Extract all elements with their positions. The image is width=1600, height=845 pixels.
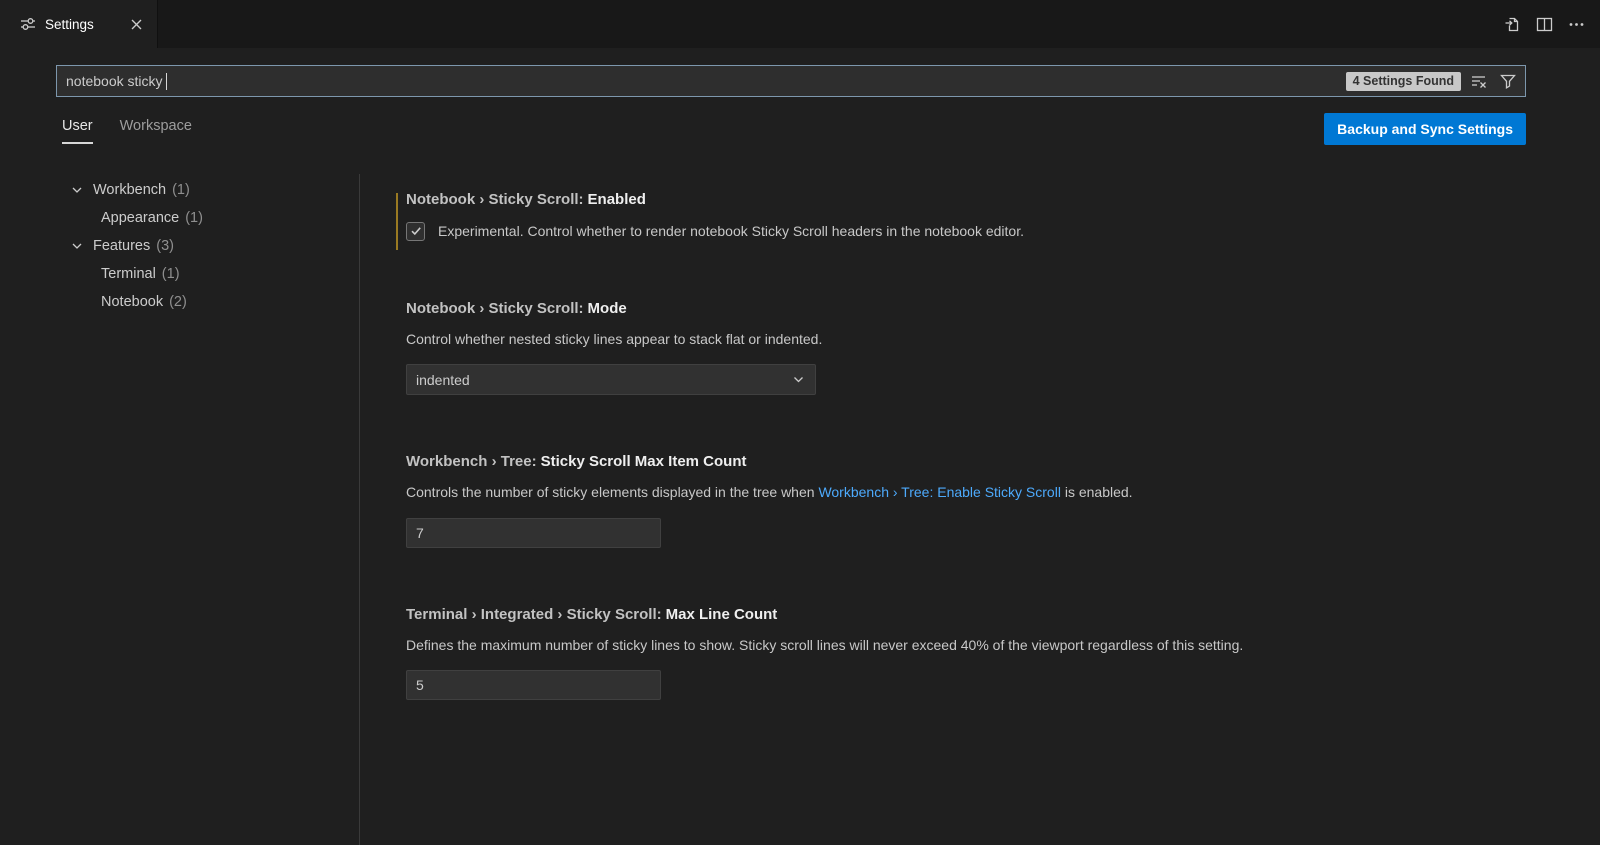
filter-icon[interactable] <box>1497 70 1519 92</box>
chevron-down-icon <box>70 183 86 197</box>
toc-item-features[interactable]: Features (3) <box>0 232 359 260</box>
setting-description: Defines the maximum number of sticky lin… <box>406 635 1576 655</box>
close-icon[interactable] <box>125 13 147 35</box>
setting-label: Mode <box>588 300 627 317</box>
setting-label: Max Line Count <box>666 606 778 623</box>
toc-item-label: Terminal <box>101 266 156 282</box>
setting-label: Enabled <box>588 191 646 208</box>
setting-category: Terminal › Integrated › Sticky Scroll: <box>406 606 662 623</box>
toc-item-count: (1) <box>185 210 203 226</box>
toc-item-label: Features <box>93 238 150 254</box>
settings-search-input[interactable]: notebook sticky 4 Settings Found <box>56 65 1526 97</box>
setting-title: Notebook › Sticky Scroll:Mode <box>406 299 1576 319</box>
backup-sync-settings-button[interactable]: Backup and Sync Settings <box>1324 113 1526 145</box>
settings-editor: notebook sticky 4 Settings Found <box>0 48 1600 845</box>
modified-indicator <box>396 193 398 250</box>
more-actions-icon[interactable] <box>1564 12 1588 36</box>
editor-actions <box>1500 0 1600 48</box>
text-caret <box>166 73 167 90</box>
setting-category: Notebook › Sticky Scroll: <box>406 191 584 208</box>
toc-item-count: (3) <box>156 238 174 254</box>
toc-item-count: (1) <box>172 182 190 198</box>
max-item-count-input[interactable] <box>406 518 661 548</box>
toc-item-count: (2) <box>169 294 187 310</box>
setting-label: Sticky Scroll Max Item Count <box>541 453 747 470</box>
settings-list: Notebook › Sticky Scroll:Enabled Experim… <box>360 174 1600 845</box>
mode-select[interactable]: indented <box>406 364 816 395</box>
tab-workspace[interactable]: Workspace <box>120 118 192 144</box>
setting-title: Workbench › Tree:Sticky Scroll Max Item … <box>406 452 1576 472</box>
setting-category: Workbench › Tree: <box>406 453 537 470</box>
description-text: is enabled. <box>1061 484 1133 500</box>
results-count-badge: 4 Settings Found <box>1346 72 1461 91</box>
search-value: notebook sticky <box>66 73 163 89</box>
toc-item-count: (1) <box>162 266 180 282</box>
toc-item-terminal[interactable]: Terminal (1) <box>0 260 359 288</box>
setting-title: Terminal › Integrated › Sticky Scroll:Ma… <box>406 605 1576 625</box>
tab-title: Settings <box>45 17 94 32</box>
check-icon <box>409 224 423 238</box>
search-row: notebook sticky 4 Settings Found <box>0 48 1600 97</box>
chevron-down-icon <box>791 372 806 387</box>
description-text: Controls the number of sticky elements d… <box>406 484 818 500</box>
settings-sliders-icon <box>20 16 36 32</box>
setting-title: Notebook › Sticky Scroll:Enabled <box>406 190 1576 210</box>
tab-user[interactable]: User <box>62 118 93 144</box>
enabled-checkbox[interactable] <box>406 222 425 241</box>
setting-category: Notebook › Sticky Scroll: <box>406 300 584 317</box>
setting-description: Experimental. Control whether to render … <box>438 221 1024 241</box>
chevron-down-icon <box>70 239 86 253</box>
toc-item-appearance[interactable]: Appearance (1) <box>0 204 359 232</box>
editor-tab-bar: Settings <box>0 0 1600 48</box>
toc-item-notebook[interactable]: Notebook (2) <box>0 288 359 316</box>
toc-item-label: Workbench <box>93 182 166 198</box>
scope-bar: User Workspace Backup and Sync Settings <box>0 97 1600 149</box>
setting-description: Controls the number of sticky elements d… <box>406 482 1576 502</box>
split-editor-icon[interactable] <box>1532 12 1556 36</box>
toc-item-label: Notebook <box>101 294 163 310</box>
go-to-file-icon[interactable] <box>1500 12 1524 36</box>
max-line-count-input[interactable] <box>406 670 661 700</box>
clear-search-icon[interactable] <box>1468 70 1490 92</box>
settings-body: Workbench (1) Appearance (1) Features (3… <box>0 174 1600 845</box>
vscode-window: Settings <box>0 0 1600 845</box>
setting-notebook-sticky-scroll-enabled: Notebook › Sticky Scroll:Enabled Experim… <box>406 190 1576 242</box>
setting-tree-sticky-scroll-max-item-count: Workbench › Tree:Sticky Scroll Max Item … <box>406 452 1576 548</box>
select-value: indented <box>416 372 470 388</box>
toc-item-label: Appearance <box>101 210 179 226</box>
setting-notebook-sticky-scroll-mode: Notebook › Sticky Scroll:Mode Control wh… <box>406 299 1576 396</box>
settings-toc: Workbench (1) Appearance (1) Features (3… <box>0 174 359 845</box>
setting-reference-link[interactable]: Workbench › Tree: Enable Sticky Scroll <box>818 484 1061 500</box>
setting-description: Control whether nested sticky lines appe… <box>406 329 1576 349</box>
tab-settings[interactable]: Settings <box>0 0 158 48</box>
toc-item-workbench[interactable]: Workbench (1) <box>0 176 359 204</box>
setting-terminal-sticky-scroll-max-line-count: Terminal › Integrated › Sticky Scroll:Ma… <box>406 605 1576 701</box>
